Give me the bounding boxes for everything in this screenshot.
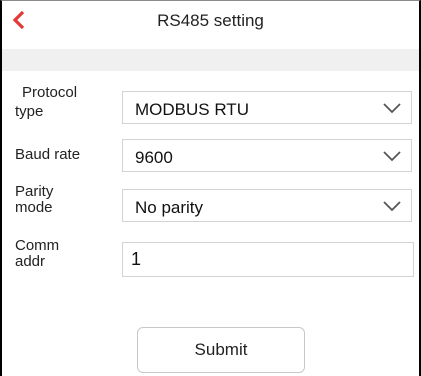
parity-mode-label: Parity mode — [15, 184, 53, 216]
submit-button[interactable]: Submit — [137, 327, 305, 373]
protocol-type-select[interactable]: MODBUS RTU — [122, 91, 412, 124]
chevron-down-icon — [383, 151, 401, 162]
protocol-type-label: Protocol type — [15, 85, 77, 120]
protocol-type-label-line2: type — [15, 103, 44, 120]
protocol-type-label-line1: Protocol — [22, 84, 78, 101]
parity-mode-label-line1: Parity — [15, 183, 54, 200]
page-title: RS485 setting — [157, 11, 264, 30]
comm-addr-field[interactable] — [122, 242, 414, 277]
section-divider — [2, 49, 419, 71]
comm-addr-label-line2: addr — [15, 253, 46, 270]
baud-rate-value: 9600 — [135, 148, 173, 167]
baud-rate-select[interactable]: 9600 — [122, 139, 412, 172]
baud-rate-label: Baud rate — [15, 146, 81, 163]
comm-addr-input[interactable] — [123, 243, 413, 276]
parity-mode-select[interactable]: No parity — [122, 189, 412, 222]
comm-addr-label: Comm addr — [15, 238, 59, 270]
protocol-type-value: MODBUS RTU — [135, 100, 249, 119]
chevron-down-icon — [383, 201, 401, 212]
parity-mode-value: No parity — [135, 198, 204, 217]
parity-mode-label-line2: mode — [15, 199, 53, 216]
comm-addr-label-line1: Comm — [15, 237, 60, 254]
rs485-settings-screen: RS485 setting Protocol type MODBUS RTU B… — [0, 0, 421, 376]
chevron-down-icon — [383, 103, 401, 114]
header-bar: RS485 setting — [2, 1, 419, 43]
